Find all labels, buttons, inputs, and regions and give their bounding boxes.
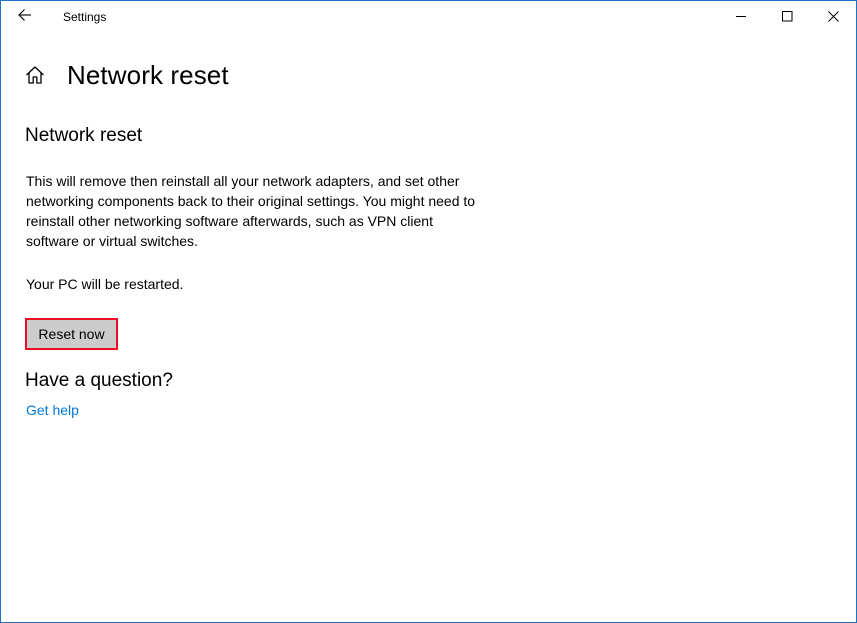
help-section-title: Have a question? xyxy=(25,370,173,391)
minimize-button[interactable] xyxy=(718,1,764,34)
title-bar: Settings xyxy=(1,1,856,34)
section-title: Network reset xyxy=(25,125,143,146)
maximize-button[interactable] xyxy=(764,1,810,34)
page-header: Network reset xyxy=(23,57,229,93)
settings-window: Settings Network reset Network reset Thi… xyxy=(0,0,857,623)
arrow-left-icon xyxy=(18,8,32,27)
close-button[interactable] xyxy=(810,1,856,34)
close-icon xyxy=(827,9,839,27)
maximize-icon xyxy=(781,9,793,27)
back-button[interactable] xyxy=(9,3,41,31)
restart-note: Your PC will be restarted. xyxy=(26,276,184,292)
page-title: Network reset xyxy=(67,59,229,90)
reset-now-button[interactable]: Reset now xyxy=(25,318,118,350)
get-help-link[interactable]: Get help xyxy=(26,402,79,418)
network-reset-description: This will remove then reinstall all your… xyxy=(26,173,476,249)
home-icon[interactable] xyxy=(23,63,47,87)
window-title: Settings xyxy=(63,10,107,24)
minimize-icon xyxy=(735,9,747,27)
